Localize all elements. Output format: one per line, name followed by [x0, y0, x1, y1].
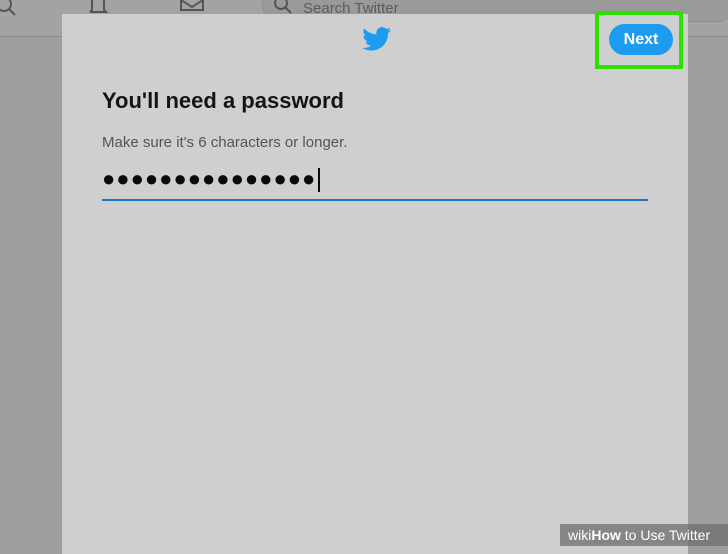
password-dots: ●●●●●●●●●●●●●●● — [102, 166, 317, 191]
twitter-bird-icon — [362, 27, 392, 56]
wikihow-watermark: wikiHow to Use Twitter — [560, 524, 728, 546]
next-button[interactable]: Next — [609, 24, 673, 55]
password-dialog: You'll need a password Make sure it's 6 … — [62, 14, 688, 554]
page-title: You'll need a password — [102, 88, 344, 113]
watermark-prefix: wiki — [568, 527, 592, 543]
search-icon — [0, 0, 18, 23]
next-button-highlight: Next — [595, 11, 683, 69]
password-field[interactable]: ●●●●●●●●●●●●●●● — [102, 162, 648, 201]
text-caret — [318, 168, 321, 193]
watermark-text: to Use Twitter — [620, 527, 711, 543]
password-hint: Make sure it's 6 characters or longer. — [102, 134, 348, 151]
password-masked-value: ●●●●●●●●●●●●●●● — [102, 166, 321, 193]
watermark-brand: How — [591, 527, 621, 543]
